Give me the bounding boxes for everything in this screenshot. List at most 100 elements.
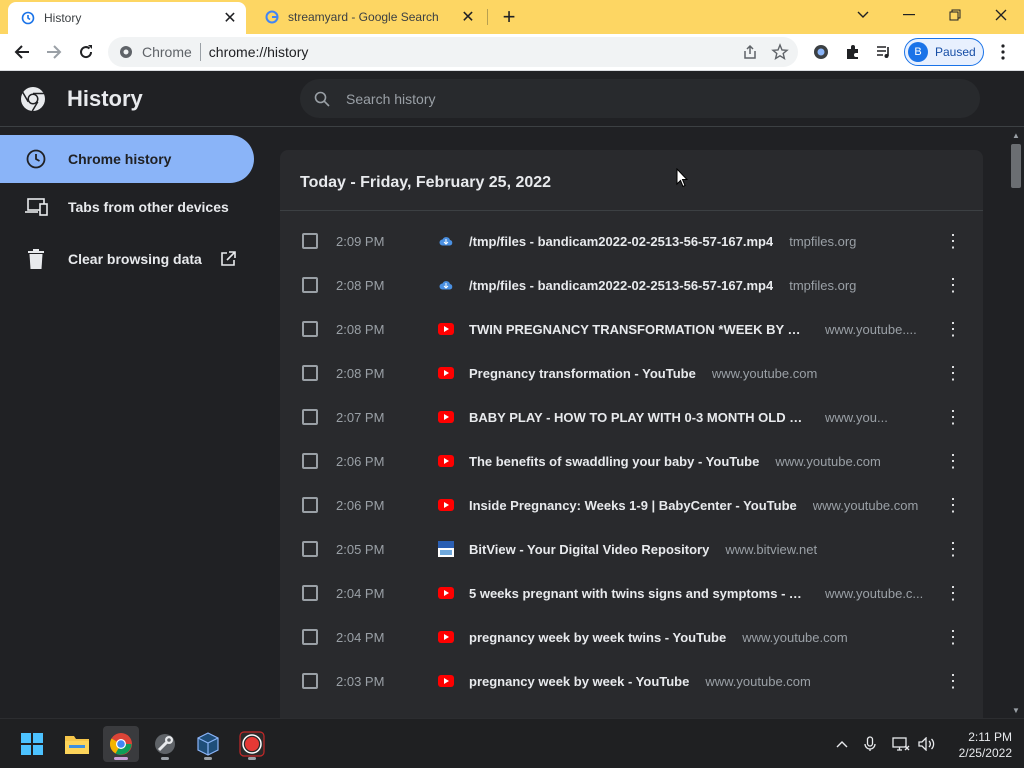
windows-start-icon[interactable] [14, 726, 50, 762]
menu-kebab-icon[interactable] [990, 39, 1016, 65]
row-domain: www.bitview.net [725, 541, 818, 557]
row-title-link[interactable]: 5 weeks pregnant with twins signs and sy… [469, 586, 809, 601]
scroll-up-icon[interactable]: ▲ [1012, 131, 1020, 140]
more-actions-icon[interactable]: ⋮ [943, 669, 963, 693]
close-window-icon[interactable] [978, 0, 1024, 30]
more-actions-icon[interactable]: ⋮ [943, 449, 963, 473]
row-title-link[interactable]: BitView - Your Digital Video Repository [469, 542, 709, 557]
url-text[interactable]: chrome://history [209, 44, 309, 60]
more-actions-icon[interactable]: ⋮ [943, 361, 963, 385]
network-icon[interactable] [890, 719, 912, 768]
row-checkbox[interactable] [302, 497, 318, 513]
search-box[interactable] [300, 79, 980, 118]
extensions-puzzle-icon[interactable] [840, 39, 866, 65]
tab-google-search[interactable]: streamyard - Google Search ✕ [252, 0, 484, 34]
row-title-link[interactable]: Inside Pregnancy: Weeks 1-9 | BabyCenter… [469, 498, 797, 513]
row-checkbox[interactable] [302, 585, 318, 601]
close-tab-icon[interactable]: ✕ [458, 7, 478, 27]
sidebar-item-tabs-other-devices[interactable]: Tabs from other devices [0, 183, 254, 231]
media-control-icon[interactable] [871, 39, 897, 65]
row-checkbox[interactable] [302, 409, 318, 425]
history-row[interactable]: 2:07 PM BABY PLAY - HOW TO PLAY WITH 0-3 … [280, 395, 983, 439]
youtube-icon [438, 321, 454, 337]
history-row[interactable]: 2:05 PM BitView - Your Digital Video Repo… [280, 527, 983, 571]
browser-toolbar: Chrome chrome://history B Paused [0, 34, 1024, 71]
more-actions-icon[interactable]: ⋮ [943, 317, 963, 341]
row-checkbox[interactable] [302, 673, 318, 689]
clock-date: 2/25/2022 [958, 746, 1012, 760]
extension-globe-icon[interactable] [808, 39, 834, 65]
page-title: History [67, 86, 143, 111]
scrollbar-thumb[interactable] [1011, 144, 1021, 188]
more-actions-icon[interactable]: ⋮ [943, 493, 963, 517]
row-checkbox[interactable] [302, 233, 318, 249]
clock-icon [24, 147, 48, 171]
record-icon[interactable] [234, 726, 270, 762]
share-icon[interactable] [742, 44, 758, 63]
row-title-link[interactable]: The benefits of swaddling your baby - Yo… [469, 454, 759, 469]
taskbar: 2:11 PM 2/25/2022 [0, 718, 1024, 768]
system-clock[interactable]: 2:11 PM 2/25/2022 [942, 729, 1012, 761]
row-checkbox[interactable] [302, 541, 318, 557]
row-title-link[interactable]: /tmp/files - bandicam2022-02-2513-56-57-… [469, 234, 773, 249]
history-row[interactable]: 2:04 PM pregnancy week by week twins - Yo… [280, 615, 983, 659]
tab-separator [487, 9, 488, 25]
history-row[interactable]: 2:06 PM The benefits of swaddling your ba… [280, 439, 983, 483]
more-actions-icon[interactable]: ⋮ [943, 229, 963, 253]
avatar: B [908, 42, 928, 62]
more-actions-icon[interactable]: ⋮ [943, 625, 963, 649]
devices-icon [24, 195, 48, 219]
file-explorer-icon[interactable] [59, 726, 95, 762]
show-hidden-icons-chevron-icon[interactable] [832, 719, 852, 768]
row-title-link[interactable]: BABY PLAY - HOW TO PLAY WITH 0-3 MONTH O… [469, 410, 809, 425]
history-row[interactable]: 2:06 PM Inside Pregnancy: Weeks 1-9 | Bab… [280, 483, 983, 527]
tab-history[interactable]: History ✕ [8, 2, 246, 34]
minimize-icon[interactable] [886, 0, 932, 30]
virtualbox-icon[interactable] [190, 726, 226, 762]
row-checkbox[interactable] [302, 629, 318, 645]
history-row[interactable]: 2:04 PM 5 weeks pregnant with twins signs… [280, 571, 983, 615]
row-checkbox[interactable] [302, 321, 318, 337]
volume-icon[interactable] [916, 719, 938, 768]
more-actions-icon[interactable]: ⋮ [943, 581, 963, 605]
reload-button[interactable] [73, 39, 99, 65]
more-actions-icon[interactable]: ⋮ [943, 273, 963, 297]
scroll-down-icon[interactable]: ▼ [1012, 706, 1020, 715]
history-row[interactable]: 2:08 PM/tmp/files - bandicam2022-02-2513… [280, 263, 983, 307]
history-row[interactable]: 2:09 PM/tmp/files - bandicam2022-02-2513… [280, 219, 983, 263]
row-domain: www.youtube.com [742, 629, 848, 645]
row-title-link[interactable]: pregnancy week by week - YouTube [469, 674, 689, 689]
profile-button[interactable]: B Paused [904, 38, 984, 66]
close-tab-icon[interactable]: ✕ [220, 8, 240, 28]
search-input[interactable] [346, 90, 906, 107]
clock-time: 2:11 PM [968, 730, 1012, 744]
row-checkbox[interactable] [302, 453, 318, 469]
row-checkbox[interactable] [302, 365, 318, 381]
bookmark-star-icon[interactable] [771, 43, 789, 64]
restore-icon[interactable] [932, 0, 978, 30]
tab-search-chevron-icon[interactable] [840, 0, 886, 30]
back-button[interactable] [9, 39, 35, 65]
address-bar[interactable]: Chrome chrome://history [108, 37, 798, 67]
history-row[interactable]: 2:03 PM pregnancy week by week - YouTube w… [280, 659, 983, 703]
more-actions-icon[interactable]: ⋮ [943, 405, 963, 429]
youtube-icon [438, 409, 454, 425]
sidebar-item-chrome-history[interactable]: Chrome history [0, 135, 254, 183]
card-divider [280, 210, 983, 211]
scrollbar[interactable]: ▲ ▼ [1008, 128, 1024, 718]
row-title-link[interactable]: pregnancy week by week twins - YouTube [469, 630, 726, 645]
row-title-link[interactable]: TWIN PREGNANCY TRANSFORMATION *WEEK BY W… [469, 322, 809, 337]
new-tab-icon[interactable]: + [498, 4, 520, 29]
row-title-link[interactable]: /tmp/files - bandicam2022-02-2513-56-57-… [469, 278, 773, 293]
forward-button[interactable] [41, 39, 67, 65]
sidebar-item-clear-browsing-data[interactable]: Clear browsing data [0, 235, 254, 283]
more-actions-icon[interactable]: ⋮ [943, 537, 963, 561]
row-checkbox[interactable] [302, 277, 318, 293]
chrome-taskbar-icon[interactable] [103, 726, 139, 762]
row-domain: www.youtube.com [775, 453, 881, 469]
settings-tool-icon[interactable] [147, 726, 183, 762]
history-row[interactable]: 2:08 PM TWIN PREGNANCY TRANSFORMATION *WE… [280, 307, 983, 351]
history-row[interactable]: 2:08 PM Pregnancy transformation - YouTub… [280, 351, 983, 395]
row-title-link[interactable]: Pregnancy transformation - YouTube [469, 366, 696, 381]
microphone-icon[interactable] [860, 719, 880, 768]
